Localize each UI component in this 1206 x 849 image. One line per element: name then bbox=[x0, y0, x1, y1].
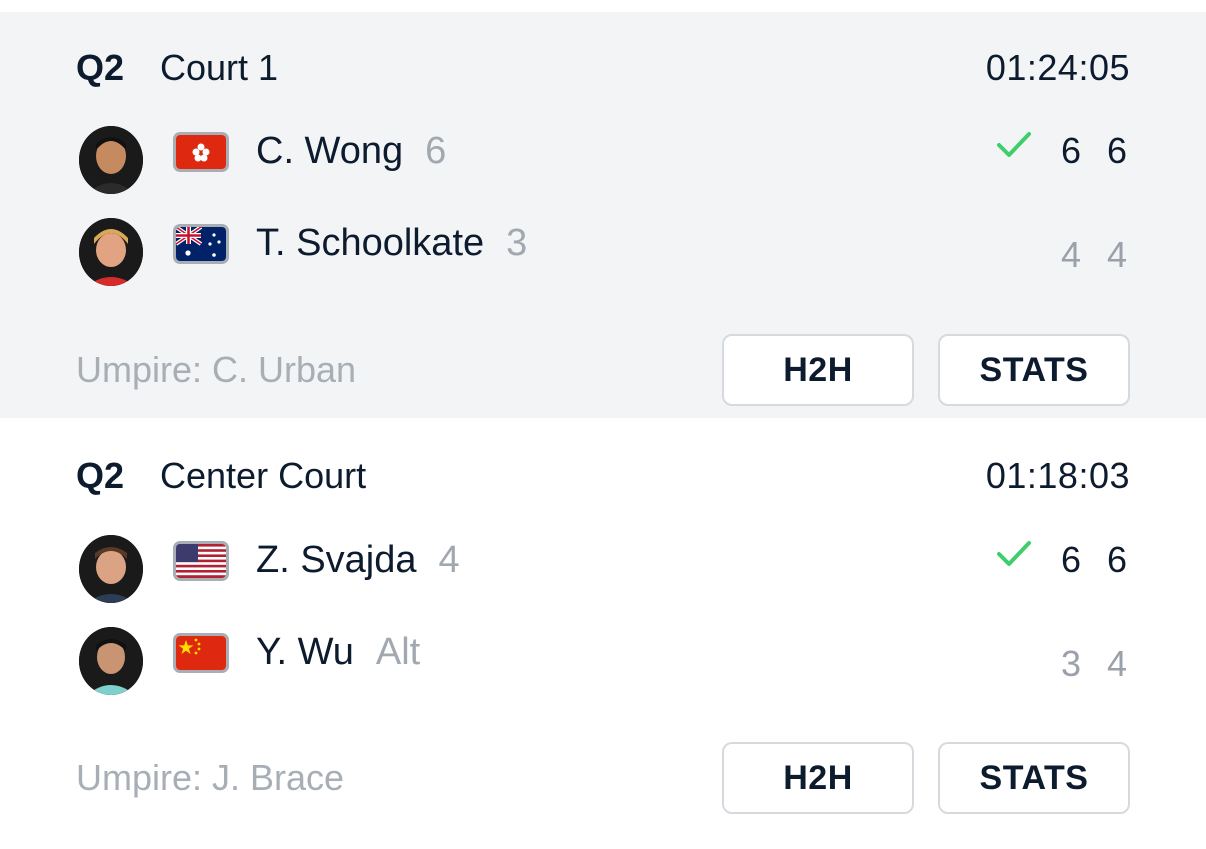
match-clock: 01:24:05 bbox=[985, 47, 1130, 88]
set-score: 6 bbox=[1106, 130, 1128, 171]
set-score: 4 bbox=[1106, 234, 1128, 275]
player-name[interactable]: C. Wong 6 bbox=[256, 128, 446, 174]
player-name-text: C. Wong bbox=[256, 130, 404, 172]
player-avatar[interactable] bbox=[79, 627, 143, 695]
round-label: Q2 bbox=[76, 455, 125, 496]
player-name[interactable]: T. Schoolkate 3 bbox=[256, 220, 527, 266]
stats-button[interactable]: STATS bbox=[938, 742, 1130, 814]
player-avatar[interactable] bbox=[79, 218, 143, 286]
player-row[interactable]: C. Wong 6 66 bbox=[76, 126, 1130, 198]
player-row[interactable]: T. Schoolkate 3 44 bbox=[76, 218, 1130, 290]
hong-kong-flag-icon bbox=[173, 132, 229, 172]
set-scores: 44 bbox=[1058, 232, 1130, 278]
round-label: Q2 bbox=[76, 47, 125, 88]
match-card[interactable]: Q2 Center Court 01:18:03 Z. Svajda 4 66 Y… bbox=[0, 418, 1206, 849]
h2h-button[interactable]: H2H bbox=[722, 742, 914, 814]
player-name[interactable]: Y. Wu Alt bbox=[256, 629, 420, 675]
player-seed: 4 bbox=[438, 539, 460, 581]
match-header: Q2 Court 1 01:24:05 bbox=[76, 46, 1130, 90]
court-name: Center Court bbox=[160, 455, 367, 496]
set-score: 6 bbox=[1060, 130, 1082, 171]
set-scores: 34 bbox=[1058, 641, 1130, 687]
set-score: 6 bbox=[1106, 539, 1128, 580]
set-score: 6 bbox=[1060, 539, 1082, 580]
china-flag-icon bbox=[173, 633, 229, 673]
player-row[interactable]: Z. Svajda 4 66 bbox=[76, 535, 1130, 607]
winner-check-icon bbox=[996, 539, 1032, 569]
player-seed: 3 bbox=[506, 222, 528, 264]
h2h-button[interactable]: H2H bbox=[722, 334, 914, 406]
match-footer: Umpire: J. Brace H2H STATS bbox=[76, 742, 1130, 814]
match-card[interactable]: Q2 Court 1 01:24:05 C. Wong 6 66 T. Schoo… bbox=[0, 12, 1206, 418]
court-name: Court 1 bbox=[160, 47, 279, 88]
set-scores: 66 bbox=[1058, 128, 1130, 174]
match-clock: 01:18:03 bbox=[985, 455, 1130, 496]
player-seed: Alt bbox=[375, 631, 421, 673]
umpire-label: Umpire: J. Brace bbox=[76, 757, 345, 798]
set-score: 3 bbox=[1060, 643, 1082, 684]
player-avatar[interactable] bbox=[79, 126, 143, 194]
umpire-label: Umpire: C. Urban bbox=[76, 349, 357, 390]
match-footer: Umpire: C. Urban H2H STATS bbox=[76, 334, 1130, 406]
player-avatar[interactable] bbox=[79, 535, 143, 603]
player-name-text: Y. Wu bbox=[256, 631, 354, 673]
stats-button[interactable]: STATS bbox=[938, 334, 1130, 406]
set-score: 4 bbox=[1060, 234, 1082, 275]
australia-flag-icon bbox=[173, 224, 229, 264]
player-seed: 6 bbox=[425, 130, 447, 172]
set-score: 4 bbox=[1106, 643, 1128, 684]
winner-check-icon bbox=[996, 130, 1032, 160]
match-header: Q2 Center Court 01:18:03 bbox=[76, 454, 1130, 498]
player-name[interactable]: Z. Svajda 4 bbox=[256, 537, 460, 583]
usa-flag-icon bbox=[173, 541, 229, 581]
player-row[interactable]: Y. Wu Alt 34 bbox=[76, 627, 1130, 699]
player-name-text: T. Schoolkate bbox=[256, 222, 485, 264]
player-name-text: Z. Svajda bbox=[256, 539, 417, 581]
set-scores: 66 bbox=[1058, 537, 1130, 583]
